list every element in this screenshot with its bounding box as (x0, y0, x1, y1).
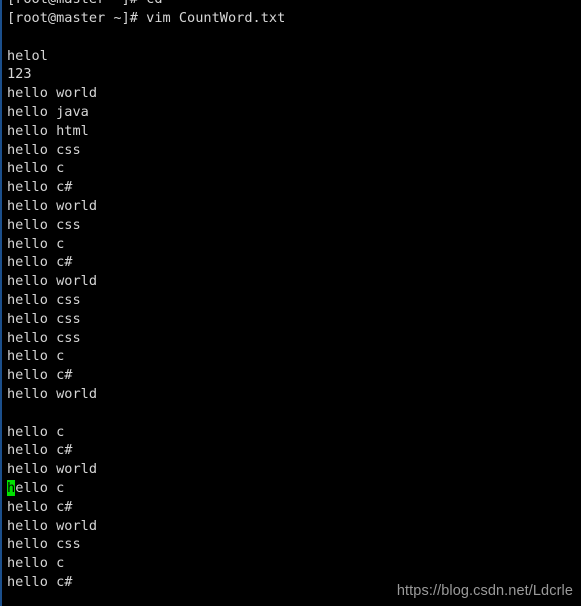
terminal-line-text: hello css (7, 536, 81, 553)
terminal-line-text: hello c# (7, 442, 73, 459)
terminal-line: hello world (0, 84, 581, 103)
terminal-line: hello html (0, 122, 581, 141)
terminal-line: hello world (0, 197, 581, 216)
terminal-line-text: hello c (7, 235, 65, 252)
terminal-line: hello world (0, 517, 581, 536)
terminal-line-text: hello html (7, 122, 89, 139)
terminal-line-text: hello world (7, 461, 98, 478)
terminal-line: hello css (0, 535, 581, 554)
terminal-line-text: hello css (7, 310, 81, 327)
terminal-line-text: hello world (7, 273, 98, 290)
terminal-line-text: hello world (7, 85, 98, 102)
terminal-line-text: hello c (7, 160, 65, 177)
terminal-line: hello css (0, 141, 581, 160)
terminal-line: hello c (0, 423, 581, 442)
terminal-line: hello c (0, 159, 581, 178)
terminal-line: 123 (0, 65, 581, 84)
terminal-line-text: ello c (15, 479, 65, 496)
terminal-line-text: hello css (7, 291, 81, 308)
window-left-edge-strip (0, 0, 2, 606)
terminal-line: hello c# (0, 366, 581, 385)
vim-block-cursor: h (7, 479, 16, 496)
terminal-line: hello world (0, 460, 581, 479)
terminal-line: [root@master ~]# cd (0, 0, 581, 9)
terminal-line: hello java (0, 103, 581, 122)
terminal-line: hello world (0, 272, 581, 291)
watermark-text: https://blog.csdn.net/Ldcrle (396, 583, 573, 599)
terminal-line: helol (0, 47, 581, 66)
terminal-line-text: hello c (7, 555, 65, 572)
terminal-line: hello css (0, 329, 581, 348)
terminal-line: hello c (0, 347, 581, 366)
terminal-line: hello c (0, 554, 581, 573)
terminal-line-text: [root@master ~]# cd (7, 0, 581, 9)
terminal-line: hello c (0, 479, 581, 498)
terminal-line-text: helol (7, 47, 48, 64)
terminal-line-text: hello css (7, 141, 81, 158)
terminal-line-text: hello world (7, 385, 98, 402)
terminal-line-text: hello css (7, 216, 81, 233)
terminal-line-text: hello c (7, 348, 65, 365)
terminal-line-text: hello c# (7, 179, 73, 196)
terminal-line-text: 123 (7, 66, 32, 83)
terminal-line-text: hello c (7, 423, 65, 440)
terminal-line: hello c# (0, 441, 581, 460)
terminal-window[interactable]: [root@master ~]# cd[root@master ~]# vim … (0, 0, 581, 606)
terminal-line: hello world (0, 385, 581, 404)
terminal-line-text: hello java (7, 103, 89, 120)
terminal-line-text: hello c# (7, 367, 73, 384)
terminal-line: hello css (0, 310, 581, 329)
terminal-line-text: hello c# (7, 254, 73, 271)
terminal-screen[interactable]: [root@master ~]# cd[root@master ~]# vim … (0, 0, 581, 606)
terminal-line: hello css (0, 291, 581, 310)
terminal-line-text: hello c# (7, 498, 73, 515)
terminal-line: hello css (0, 216, 581, 235)
terminal-line: hello c# (0, 178, 581, 197)
terminal-line-text: hello world (7, 517, 98, 534)
terminal-line-text: [root@master ~]# vim CountWord.txt (7, 10, 286, 26)
terminal-line-text: hello css (7, 329, 81, 346)
terminal-line: hello c (0, 235, 581, 254)
terminal-line: hello c# (0, 253, 581, 272)
terminal-line: hello c# (0, 498, 581, 517)
terminal-line: [root@master ~]# vim CountWord.txt (0, 9, 581, 28)
terminal-line-text: hello c# (7, 573, 73, 590)
terminal-line-text: hello world (7, 197, 98, 214)
